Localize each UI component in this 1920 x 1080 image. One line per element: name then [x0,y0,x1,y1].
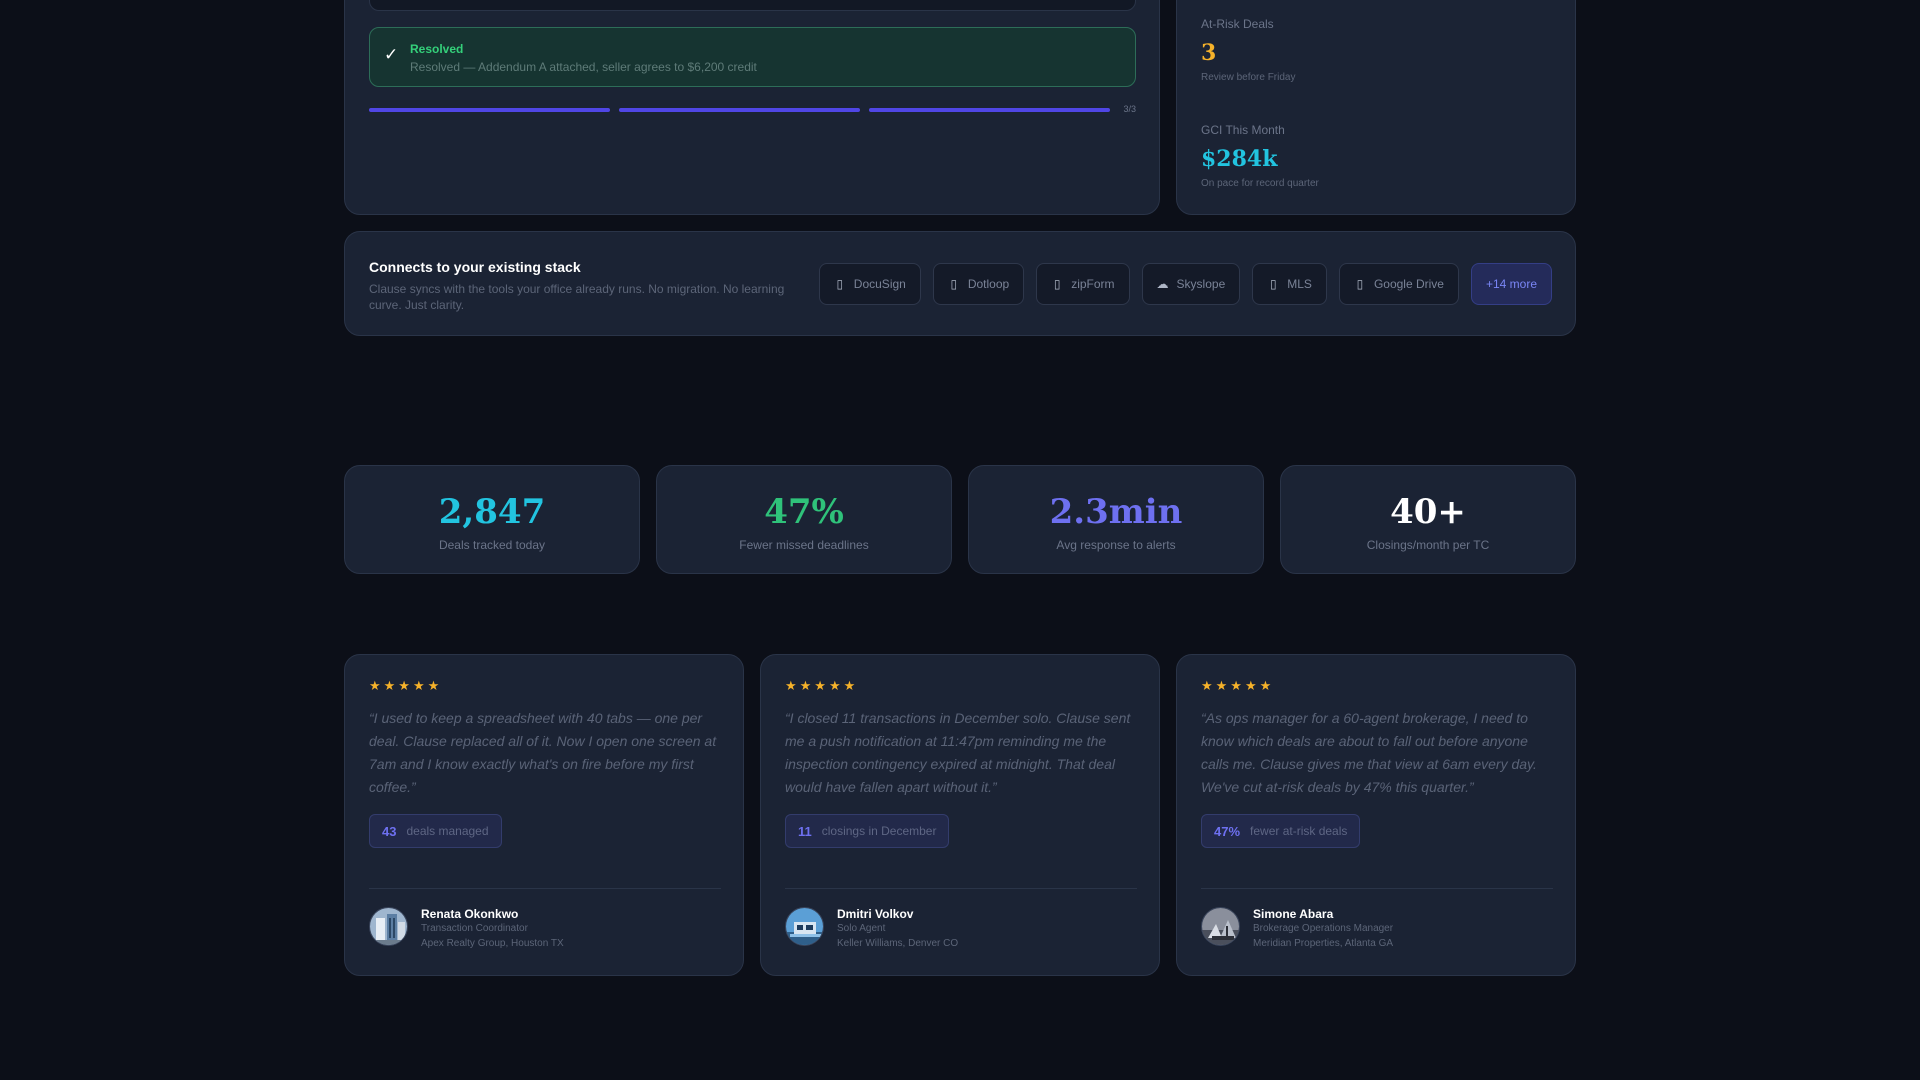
stat-label: Closings/month per TC [1366,538,1490,552]
kpi-note: On pace for record quarter [1201,178,1319,189]
kpi-note: Review before Friday [1201,72,1296,83]
metric-value: 47% [1214,823,1241,839]
kpi-value: $284k [1201,146,1278,172]
kpi-panel: At-Risk Deals 3 Review before Friday GCI… [1176,0,1576,215]
integrations-description: Clause syncs with the tools your office … [369,282,785,312]
testimonial-card: ★★★★★ “I closed 11 transactions in Decem… [760,654,1160,976]
cloud-icon: ☁ [1156,277,1169,291]
testimonial-card: ★★★★★ “As ops manager for a 60-agent bro… [1176,654,1576,976]
divider [1201,888,1553,889]
person-name: Simone Abara [1253,907,1334,921]
testimonial-quote: “As ops manager for a 60-agent brokerage… [1201,710,1537,795]
document-icon: ▯ [1053,277,1061,291]
progress-segment [619,108,860,112]
integration-label: DocuSign [853,277,906,291]
stat-card: 2.3min Avg response to alerts [968,465,1264,574]
integration-skyslope[interactable]: ☁ Skyslope [1141,263,1241,305]
resolved-title: Resolved [410,42,464,56]
divider [369,888,721,889]
integrations-panel: Connects to your existing stack Clause s… [344,231,1576,336]
integration-google-drive[interactable]: ▯ Google Drive [1338,263,1459,305]
person-organization: Meridian Properties, Atlanta GA [1253,938,1394,949]
integration-list: ▯ DocuSign ▯ Dotloop ▯ zipForm ☁ Skyslop… [818,263,1552,305]
integration-dotloop[interactable]: ▯ Dotloop [932,263,1025,305]
stat-value: 2.3min [1049,492,1183,532]
divider [785,888,1137,889]
testimonial-quote: “I closed 11 transactions in December so… [785,710,1131,795]
stat-card: 47% Fewer missed deadlines [656,465,952,574]
stat-label: Fewer missed deadlines [739,538,869,552]
avatar [1201,907,1240,946]
stat-label: Deals tracked today [438,538,546,552]
progress-count: 3/3 [1123,104,1136,114]
integration-docusign[interactable]: ▯ DocuSign [818,263,921,305]
testimonial-metric: 43 deals managed [369,814,502,848]
person-name: Renata Okonkwo [421,907,519,921]
person-organization: Apex Realty Group, Houston TX [421,938,564,949]
person-name: Dmitri Volkov [837,907,914,921]
metric-label: closings in December [821,824,937,838]
integration-label: Dotloop [967,277,1010,291]
testimonial-card: ★★★★★ “I used to keep a spreadsheet with… [344,654,744,976]
document-icon: ▯ [836,277,844,291]
integration-label: Google Drive [1373,277,1444,291]
resolved-description: Resolved — Addendum A attached, seller a… [410,60,757,74]
integrations-title: Connects to your existing stack [369,259,581,275]
star-rating: ★★★★★ [369,678,443,693]
checkmark-icon: ✓ [384,45,399,64]
document-icon: ▯ [950,277,958,291]
progress-segment [869,108,1110,112]
integration-label: Skyslope [1176,277,1226,291]
document-icon: ▯ [1269,277,1277,291]
star-rating: ★★★★★ [785,678,859,693]
resolved-banner: ✓ Resolved Resolved — Addendum A attache… [369,27,1136,87]
document-icon: ▯ [1356,277,1364,291]
person-role: Solo Agent [837,923,886,934]
integration-label: zipForm [1071,277,1115,291]
metric-value: 43 [382,823,397,839]
avatar [785,907,824,946]
stat-label: Avg response to alerts [1056,538,1176,552]
person-role: Brokerage Operations Manager [1253,923,1394,934]
issue-panel: ✓ Resolved Resolved — Addendum A attache… [344,0,1160,215]
more-integrations-button[interactable]: +14 more [1470,263,1552,305]
person-role: Transaction Coordinator [421,923,528,934]
testimonial-quote: “I used to keep a spreadsheet with 40 ta… [369,710,717,795]
stat-card: 40+ Closings/month per TC [1280,465,1576,574]
stat-value: 47% [764,492,844,532]
stat-value: 2,847 [438,492,546,532]
avatar [369,907,408,946]
stat-value: 40+ [1390,492,1466,532]
kpi-value: 3 [1201,40,1217,66]
kpi-label: At-Risk Deals [1201,17,1274,31]
metric-label: fewer at-risk deals [1250,824,1348,838]
testimonial-metric: 47% fewer at-risk deals [1201,814,1361,848]
stat-card: 2,847 Deals tracked today [344,465,640,574]
testimonial-metric: 11 closings in December [785,814,950,848]
star-rating: ★★★★★ [1201,678,1275,693]
integration-mls[interactable]: ▯ MLS [1252,263,1327,305]
metric-label: deals managed [406,824,489,838]
kpi-label: GCI This Month [1201,123,1285,137]
kpi-gci: GCI This Month $284k On pace for record … [1201,123,1319,189]
progress-segment [369,108,610,112]
integration-label: MLS [1287,277,1312,291]
person-organization: Keller Williams, Denver CO [837,938,959,949]
integration-zipform[interactable]: ▯ zipForm [1036,263,1130,305]
metric-value: 11 [798,823,812,839]
kpi-at-risk: At-Risk Deals 3 Review before Friday [1201,17,1295,83]
step-progress: 3/3 [369,104,1136,116]
previous-step-bar [369,0,1136,11]
